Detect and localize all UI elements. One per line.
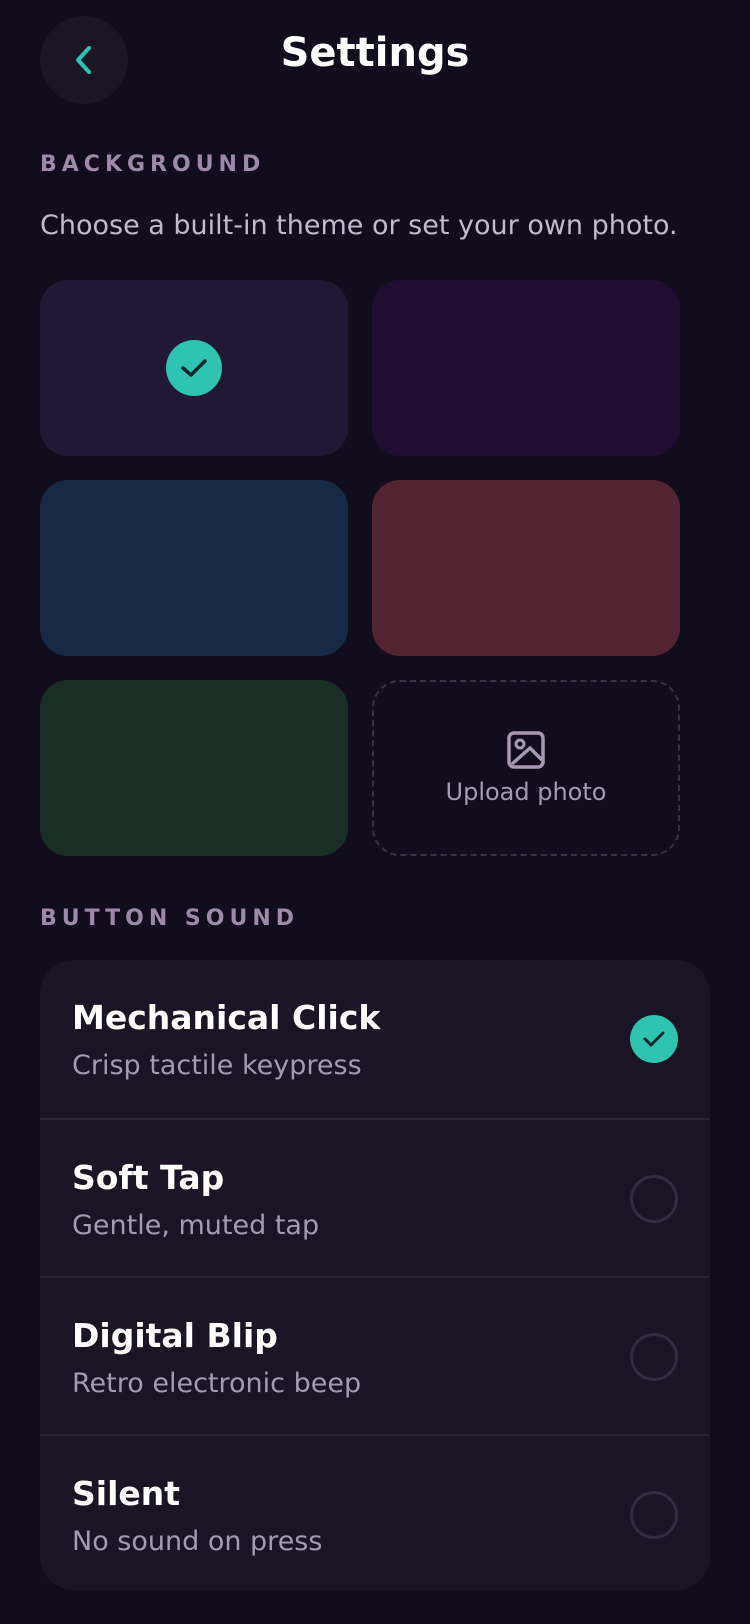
radio-unselected[interactable] bbox=[630, 1175, 678, 1223]
background-section-label: BACKGROUND bbox=[40, 152, 266, 177]
theme-tile-1[interactable] bbox=[40, 280, 348, 456]
radio-unselected[interactable] bbox=[630, 1491, 678, 1539]
button-sound-section-label: BUTTON SOUND bbox=[40, 906, 300, 931]
background-subtitle: Choose a built-in theme or set your own … bbox=[40, 210, 678, 241]
check-icon bbox=[643, 1031, 665, 1047]
radio-selected[interactable] bbox=[630, 1015, 678, 1063]
header: Settings bbox=[0, 0, 750, 120]
image-icon bbox=[507, 731, 545, 769]
radio-unselected[interactable] bbox=[630, 1333, 678, 1381]
upload-photo-label: Upload photo bbox=[445, 778, 607, 806]
sound-option-silent[interactable]: Silent No sound on press bbox=[40, 1434, 710, 1590]
sound-option-mechanical-click[interactable]: Mechanical Click Crisp tactile keypress bbox=[40, 960, 710, 1118]
theme-tile-3[interactable] bbox=[40, 480, 348, 656]
sound-option-soft-tap[interactable]: Soft Tap Gentle, muted tap bbox=[40, 1118, 710, 1276]
sound-option-name: Silent bbox=[72, 1474, 181, 1513]
sound-option-description: Gentle, muted tap bbox=[72, 1210, 320, 1241]
sound-option-digital-blip[interactable]: Digital Blip Retro electronic beep bbox=[40, 1276, 710, 1434]
sound-options-list: Mechanical Click Crisp tactile keypress … bbox=[40, 960, 710, 1590]
theme-tile-5[interactable] bbox=[40, 680, 348, 856]
sound-option-name: Digital Blip bbox=[72, 1316, 278, 1355]
upload-photo-tile[interactable]: Upload photo bbox=[372, 680, 680, 856]
sound-option-description: Retro electronic beep bbox=[72, 1368, 362, 1399]
sound-option-name: Mechanical Click bbox=[72, 998, 381, 1037]
selected-check-icon bbox=[166, 340, 222, 396]
sound-option-name: Soft Tap bbox=[72, 1158, 225, 1197]
sound-option-description: No sound on press bbox=[72, 1526, 323, 1557]
theme-tile-4[interactable] bbox=[372, 480, 680, 656]
page-title: Settings bbox=[280, 30, 470, 76]
theme-tile-2[interactable] bbox=[372, 280, 680, 456]
sound-option-description: Crisp tactile keypress bbox=[72, 1050, 362, 1081]
